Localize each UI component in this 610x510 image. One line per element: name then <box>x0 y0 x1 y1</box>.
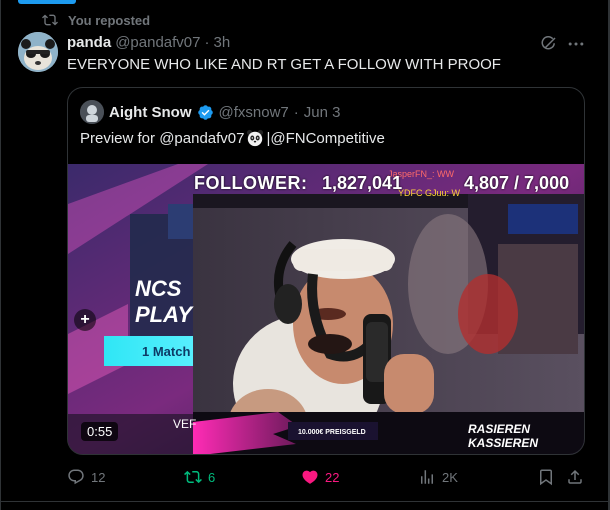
video-player[interactable]: JasperFN_: WW YDFC GJuu: W FOLLOWER: 1,8… <box>68 164 584 454</box>
follower-label: FOLLOWER: <box>194 173 308 193</box>
match-label: 1 Match <box>142 344 191 359</box>
quote-avatar[interactable] <box>80 100 104 124</box>
quote-time-separator: · <box>293 103 299 121</box>
quote-time[interactable]: Jun 3 <box>304 104 341 121</box>
like-count: 22 <box>325 469 340 485</box>
fncs-line: NCS <box>135 276 182 301</box>
views-count: 2K <box>442 469 458 485</box>
action-bar: 12 6 22 2K <box>67 468 587 488</box>
author-name[interactable]: panda <box>67 34 111 51</box>
quoted-post[interactable]: Aight Snow @fxsnow7 · Jun 3 Preview for … <box>67 87 585 455</box>
post-header: panda @pandafv07 · 3h <box>67 34 230 51</box>
panda-face-icon <box>247 129 264 147</box>
fncs-line: PLAY <box>135 302 193 327</box>
quote-text-after: |@FNCompetitive <box>266 129 385 147</box>
quote-author-name[interactable]: Aight Snow <box>109 104 192 121</box>
like-button[interactable]: 22 <box>301 468 339 486</box>
avatar-image <box>18 32 58 72</box>
post-time[interactable]: 3h <box>213 34 230 51</box>
quote-header: Aight Snow @fxsnow7 · Jun 3 <box>80 100 340 124</box>
post-text: EVERYONE WHO LIKE AND RT GET A FOLLOW WI… <box>67 56 501 73</box>
reply-icon <box>68 469 84 485</box>
repost-context[interactable]: You reposted <box>42 12 150 28</box>
follower-goal: 4,807 / 7,000 <box>464 173 570 193</box>
avatar[interactable] <box>18 32 58 72</box>
fncs-text: NCS PLAY <box>135 276 192 328</box>
tab-indicator <box>18 0 76 4</box>
time-separator: · <box>204 34 210 51</box>
repost-label: You reposted <box>68 12 151 28</box>
plus-button[interactable]: + <box>74 309 96 331</box>
brand-label: RASIEREN KASSIEREN <box>468 422 539 450</box>
heart-icon <box>302 470 318 484</box>
reply-button[interactable]: 12 <box>67 468 105 486</box>
quote-author-handle[interactable]: @fxsnow7 <box>219 104 289 121</box>
views-icon <box>421 470 433 484</box>
follower-count: 1,827,041 <box>322 173 403 193</box>
author-handle[interactable]: @pandafv07 <box>115 34 200 51</box>
divider <box>0 501 608 502</box>
verified-badge-icon <box>197 104 213 120</box>
ver-label: VEF <box>173 417 197 431</box>
reply-count: 12 <box>91 469 106 485</box>
quote-text: Preview for @pandafv07 |@FNCompetitive <box>80 129 385 147</box>
quote-text-before: Preview for @pandafv07 <box>80 129 245 147</box>
repost-count: 6 <box>208 469 216 485</box>
quote-avatar-image <box>80 100 104 124</box>
repost-icon <box>184 470 202 484</box>
repost-icon <box>42 14 58 26</box>
video-duration: 0:55 <box>81 422 119 441</box>
chat-message: YDFC GJuu: W <box>398 188 461 198</box>
share-icon[interactable] <box>566 468 584 486</box>
left-border <box>0 0 1 510</box>
views-button[interactable]: 2K <box>418 468 458 486</box>
more-options-icon[interactable] <box>566 34 586 54</box>
repost-button[interactable]: 6 <box>184 468 215 486</box>
prize-label: 10.000€ PREISGELD <box>298 429 366 436</box>
bookmark-icon[interactable] <box>537 468 555 486</box>
grok-icon[interactable] <box>540 35 558 53</box>
